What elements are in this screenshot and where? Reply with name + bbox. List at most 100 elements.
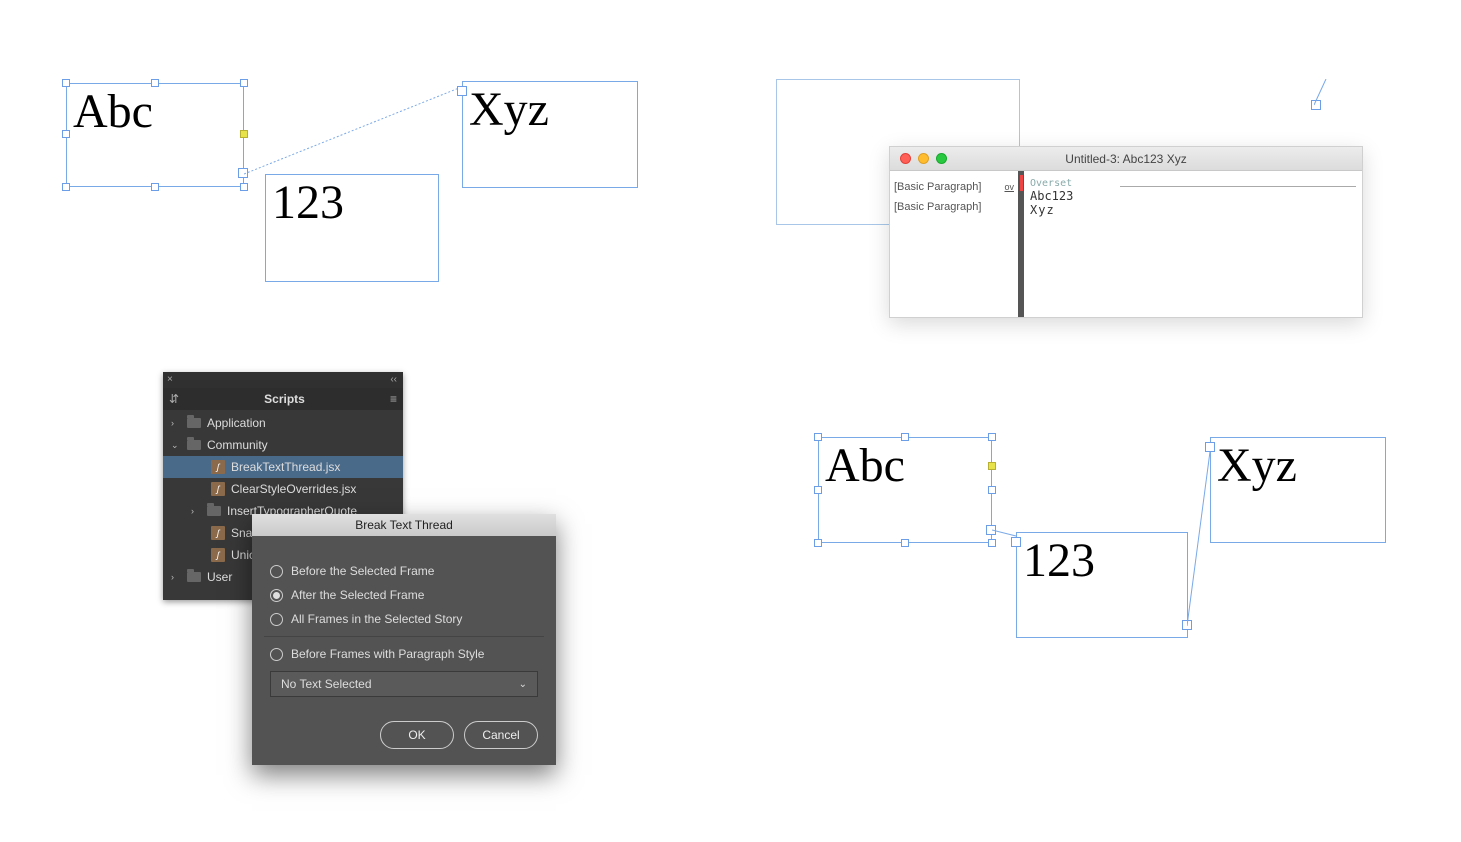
script-icon — [211, 482, 225, 496]
selection-handle[interactable] — [988, 486, 996, 494]
text-frame-3-content: Xyz — [463, 82, 637, 138]
selection-handle[interactable] — [62, 183, 70, 191]
close-icon[interactable]: × — [167, 374, 173, 385]
tree-label: Community — [207, 438, 268, 452]
story-editor-content: [Basic Paragraph] ov [Basic Paragraph] O… — [890, 171, 1362, 317]
text-frame-a[interactable]: Abc — [818, 437, 992, 543]
cancel-button[interactable]: Cancel — [464, 721, 538, 749]
radio-icon[interactable] — [270, 589, 283, 602]
panel-topbar[interactable]: × ‹‹ — [163, 372, 403, 388]
thread-out-port[interactable] — [238, 168, 248, 178]
selection-handle[interactable] — [151, 79, 159, 87]
text-frame-1[interactable]: Abc — [66, 83, 244, 187]
story-editor-gutter: [Basic Paragraph] ov [Basic Paragraph] — [890, 171, 1024, 317]
thread-link-line — [244, 82, 474, 182]
selection-handle[interactable] — [814, 539, 822, 547]
radio-option[interactable]: Before the Selected Frame — [270, 564, 538, 578]
gutter-row: [Basic Paragraph] — [894, 197, 1014, 217]
radio-label: All Frames in the Selected Story — [291, 612, 462, 626]
tree-script-item[interactable]: BreakTextThread.jsx — [163, 456, 403, 478]
paragraph-style-name: [Basic Paragraph] — [894, 201, 981, 213]
thread-in-port[interactable] — [1011, 537, 1021, 547]
ok-button[interactable]: OK — [380, 721, 454, 749]
thread-in-port[interactable] — [457, 86, 467, 96]
radio-icon[interactable] — [270, 613, 283, 626]
overset-indicator — [1020, 175, 1023, 191]
story-line[interactable]: Abc123 — [1030, 189, 1356, 203]
text-frame-2[interactable]: 123 — [265, 174, 439, 282]
selection-handle-out-port[interactable] — [240, 130, 248, 138]
radio-label: Before the Selected Frame — [291, 564, 434, 578]
tree-folder-community[interactable]: ⌄ Community — [163, 434, 403, 456]
sort-icon[interactable]: ⇵ — [169, 392, 179, 406]
story-line[interactable]: Xyz — [1030, 203, 1356, 217]
selection-handle[interactable] — [901, 433, 909, 441]
selection-handle[interactable] — [988, 539, 996, 547]
selection-handle[interactable] — [240, 79, 248, 87]
panel-menu-icon[interactable]: ≡ — [390, 392, 397, 406]
text-frame-2-content: 123 — [266, 175, 438, 231]
script-icon — [211, 526, 225, 540]
folder-icon — [207, 506, 221, 516]
dialog-buttons: OK Cancel — [270, 721, 538, 749]
text-frame-3[interactable]: Xyz — [462, 81, 638, 188]
folder-icon — [187, 440, 201, 450]
selection-handle[interactable] — [62, 79, 70, 87]
selection-handle[interactable] — [151, 183, 159, 191]
story-editor-window[interactable]: Untitled-3: Abc123 Xyz [Basic Paragraph]… — [889, 146, 1363, 318]
collapse-icon[interactable]: ‹‹ — [390, 374, 397, 385]
selection-handle[interactable] — [814, 433, 822, 441]
dialog-title: Break Text Thread — [355, 518, 453, 532]
radio-label: Before Frames with Paragraph Style — [291, 647, 484, 661]
text-frame-c-content: Xyz — [1211, 438, 1385, 494]
script-icon — [211, 460, 225, 474]
script-icon — [211, 548, 225, 562]
thread-in-port[interactable] — [1205, 442, 1215, 452]
radio-icon[interactable] — [270, 648, 283, 661]
radio-option[interactable]: After the Selected Frame — [270, 588, 538, 602]
select-value: No Text Selected — [281, 677, 372, 691]
dialog-body: Before the Selected Frame After the Sele… — [252, 536, 556, 765]
override-badge: ov — [1004, 182, 1014, 192]
tree-label: BreakTextThread.jsx — [231, 460, 340, 474]
panel-tabbar[interactable]: ⇵ Scripts ≡ — [163, 388, 403, 410]
chevron-down-icon: ⌄ — [519, 679, 527, 690]
window-titlebar[interactable]: Untitled-3: Abc123 Xyz — [890, 147, 1362, 171]
scripts-tab[interactable]: Scripts — [264, 392, 305, 406]
selection-handle-out-port[interactable] — [988, 462, 996, 470]
radio-option[interactable]: Before Frames with Paragraph Style — [270, 647, 538, 661]
selection-handle[interactable] — [988, 433, 996, 441]
text-frame-c[interactable]: Xyz — [1210, 437, 1386, 543]
text-frame-b[interactable]: 123 — [1016, 532, 1188, 638]
chevron-right-icon: › — [171, 418, 181, 428]
tree-label: Application — [207, 416, 266, 430]
text-frame-a-content: Abc — [819, 438, 991, 494]
selection-handle[interactable] — [814, 486, 822, 494]
paragraph-style-select[interactable]: No Text Selected ⌄ — [270, 671, 538, 697]
break-text-thread-dialog[interactable]: Break Text Thread Before the Selected Fr… — [252, 514, 556, 765]
text-frame-1-content: Abc — [67, 84, 243, 140]
gutter-row: [Basic Paragraph] ov — [894, 177, 1014, 197]
overset-label: Overset — [1030, 178, 1072, 189]
selection-handle[interactable] — [62, 130, 70, 138]
thread-out-port[interactable] — [1182, 620, 1192, 630]
radio-option[interactable]: All Frames in the Selected Story — [270, 612, 538, 626]
window-title: Untitled-3: Abc123 Xyz — [890, 152, 1362, 166]
thread-out-port[interactable] — [986, 525, 996, 535]
thread-port[interactable] — [1311, 100, 1321, 110]
selection-handle[interactable] — [240, 183, 248, 191]
tree-script-item[interactable]: ClearStyleOverrides.jsx — [163, 478, 403, 500]
chevron-down-icon: ⌄ — [171, 440, 181, 451]
overset-rule — [1120, 186, 1356, 187]
chevron-right-icon: › — [171, 572, 181, 582]
paragraph-style-name: [Basic Paragraph] — [894, 181, 981, 193]
divider — [264, 636, 544, 637]
dialog-titlebar[interactable]: Break Text Thread — [252, 514, 556, 536]
folder-icon — [187, 418, 201, 428]
story-editor-text[interactable]: Overset Abc123 Xyz — [1024, 171, 1362, 317]
tree-label: User — [207, 570, 232, 584]
tree-folder-application[interactable]: › Application — [163, 412, 403, 434]
text-frame-b-content: 123 — [1017, 533, 1187, 589]
selection-handle[interactable] — [901, 539, 909, 547]
radio-icon[interactable] — [270, 565, 283, 578]
